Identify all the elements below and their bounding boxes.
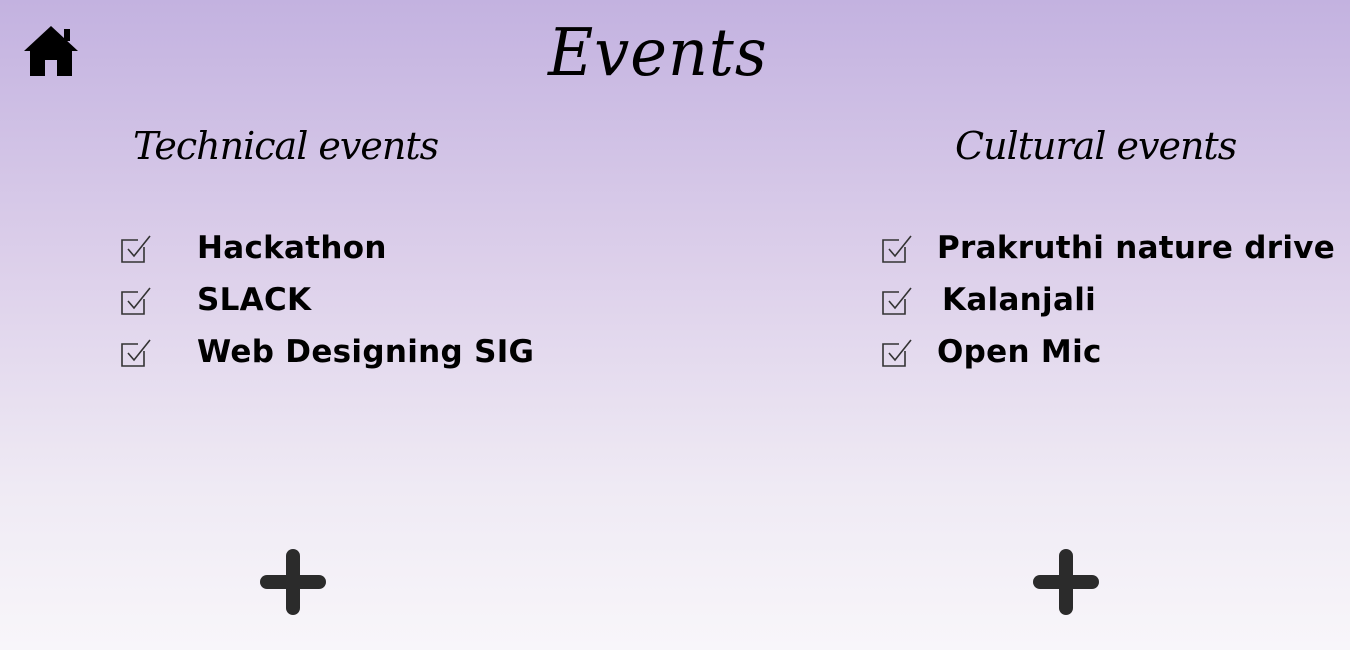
checkbox-checked-icon[interactable] [881,233,913,265]
event-label: Web Designing SIG [197,334,535,370]
checkbox-checked-icon[interactable] [881,285,913,317]
technical-event-item-slack[interactable]: SLACK [120,274,534,326]
event-label: Kalanjali [942,282,1097,318]
technical-events-heading: Technical events [133,124,439,168]
cultural-events-heading: Cultural events [955,124,1237,168]
checkbox-checked-icon[interactable] [120,233,152,265]
plus-icon [1033,549,1099,615]
page-title: Events [548,14,768,91]
cultural-event-item-prakruthi-nature-drive[interactable]: Prakruthi nature drive [881,222,1335,274]
event-label: Hackathon [197,230,387,266]
event-label: Prakruthi nature drive [937,230,1336,266]
event-label: Open Mic [937,334,1102,370]
plus-icon [260,549,326,615]
technical-event-item-web-designing-sig[interactable]: Web Designing SIG [120,326,534,378]
cultural-events-list: Prakruthi nature drive Kalanjali Open Mi… [881,222,1335,378]
technical-event-item-hackathon[interactable]: Hackathon [120,222,534,274]
checkbox-checked-icon[interactable] [881,337,913,369]
event-label: SLACK [197,282,312,318]
home-icon [24,26,78,76]
checkbox-checked-icon[interactable] [120,337,152,369]
add-technical-event-button[interactable] [258,547,328,617]
cultural-event-item-open-mic[interactable]: Open Mic [881,326,1335,378]
add-cultural-event-button[interactable] [1031,547,1101,617]
home-button[interactable] [22,24,80,78]
cultural-event-item-kalanjali[interactable]: Kalanjali [881,274,1335,326]
technical-events-list: Hackathon SLACK Web Designing SIG [120,222,534,378]
checkbox-checked-icon[interactable] [120,285,152,317]
